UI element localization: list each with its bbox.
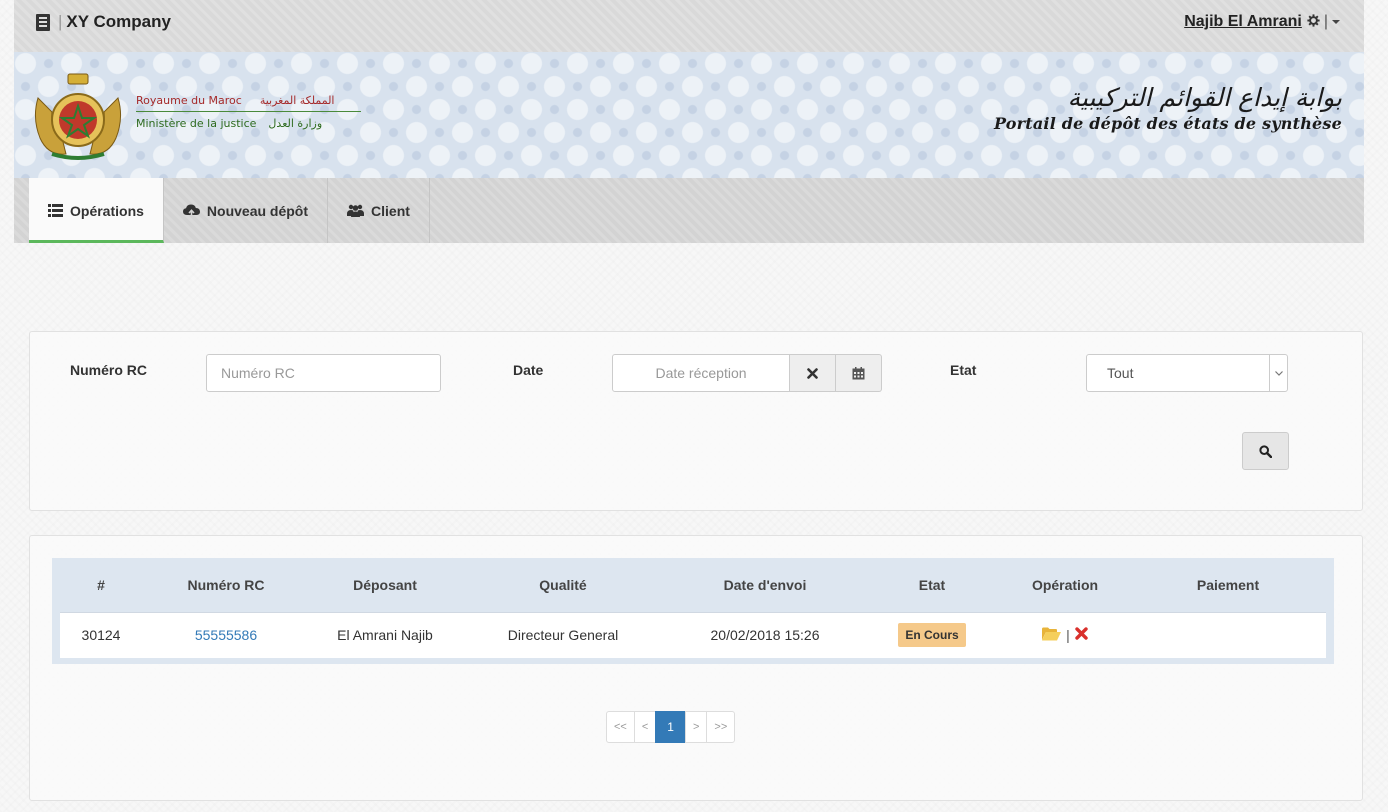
cloud-upload-icon: [182, 204, 200, 218]
col-header-deposant: Déposant: [353, 576, 417, 593]
results-table-wrapper: # Numéro RC Déposant Qualité Date d'envo…: [52, 558, 1334, 664]
brand-separator: |: [58, 12, 63, 31]
cell-date-envoi: 20/02/2018 15:26: [666, 611, 864, 658]
kingdom-fr: Royaume du Maroc: [136, 94, 242, 107]
kingdom-ar: المملكة المغربية: [259, 94, 335, 107]
user-name[interactable]: Najib El Amrani: [1184, 13, 1302, 31]
date-label: Date: [513, 362, 544, 378]
search-panel: Numéro RC Date Etat Tout: [29, 331, 1363, 511]
operation-separator: |: [1066, 627, 1070, 644]
chevron-down-icon[interactable]: [1332, 20, 1340, 24]
cell-id: 30124: [60, 611, 142, 658]
cell-paiement: [1130, 611, 1326, 658]
portal-title-fr: Portail de dépôt des états de synthèse: [993, 114, 1342, 133]
user-separator: |: [1323, 13, 1328, 30]
page-first-button[interactable]: <<: [606, 711, 635, 743]
table-header-row: # Numéro RC Déposant Qualité Date d'envo…: [60, 558, 1326, 612]
tab-operations[interactable]: Opérations: [29, 178, 164, 243]
moroccan-emblem-icon: [34, 73, 122, 160]
list-icon: [48, 204, 63, 217]
folder-open-icon[interactable]: [1042, 627, 1062, 644]
page-last-button[interactable]: >>: [706, 711, 736, 743]
col-header-etat: Etat: [918, 576, 946, 593]
clear-date-button[interactable]: [790, 354, 836, 392]
portal-title: بوابة إيداع القوائم التركيبية Portail de…: [994, 82, 1342, 133]
pagination: << < 1 > >>: [606, 711, 736, 743]
tab-bar: Opérations Nouveau dépôt Client: [14, 178, 1364, 243]
gear-icon[interactable]: [1307, 14, 1320, 30]
cell-operation: |: [1000, 611, 1130, 658]
search-button[interactable]: [1242, 432, 1289, 470]
cell-rc: 55555586: [142, 611, 310, 658]
tab-client[interactable]: Client: [328, 178, 430, 243]
kingdom-text: Royaume du Maroc المملكة المغربية Minist…: [136, 94, 361, 130]
page-prev-button[interactable]: <: [633, 711, 657, 743]
col-header-date: Date d'envoi: [723, 576, 807, 593]
tab-operations-label: Opérations: [70, 202, 144, 219]
date-reception-input[interactable]: [612, 354, 790, 392]
table-row: 30124 55555586 El Amrani Najib Directeur…: [60, 611, 1326, 658]
close-icon: [807, 367, 818, 379]
tab-client-label: Client: [371, 202, 410, 219]
brand-name: XY Company: [66, 12, 171, 31]
portal-title-ar: بوابة إيداع القوائم التركيبية: [1067, 83, 1342, 112]
building-icon: [36, 13, 50, 31]
status-badge: En Cours: [898, 623, 966, 648]
date-picker: [612, 354, 882, 392]
delete-icon[interactable]: [1075, 627, 1088, 643]
tab-nouveau-depot[interactable]: Nouveau dépôt: [164, 178, 329, 243]
brand[interactable]: | XY Company: [36, 12, 171, 32]
users-icon: [347, 204, 365, 217]
col-header-qualite: Qualité: [539, 576, 587, 593]
calendar-icon: [852, 366, 865, 379]
page-next-button[interactable]: >: [684, 711, 708, 743]
tab-nouveau-depot-label: Nouveau dépôt: [206, 202, 309, 219]
col-header-rc: Numéro RC: [187, 576, 265, 593]
operations-table: # Numéro RC Déposant Qualité Date d'envo…: [60, 558, 1326, 658]
col-header-id: #: [97, 576, 105, 593]
results-panel: # Numéro RC Déposant Qualité Date d'envo…: [29, 535, 1363, 801]
rc-label: Numéro RC: [70, 362, 148, 378]
rc-search-input[interactable]: [206, 354, 441, 392]
chevron-down-icon[interactable]: [1269, 355, 1287, 391]
state-label: Etat: [950, 362, 977, 378]
header-banner: Royaume du Maroc المملكة المغربية Minist…: [14, 52, 1364, 178]
col-header-paiement: Paiement: [1196, 576, 1260, 593]
state-select[interactable]: Tout: [1086, 354, 1288, 392]
col-header-operation: Opération: [1031, 576, 1099, 593]
ministry-ar: وزارة العدل: [268, 117, 323, 130]
user-menu[interactable]: Najib El Amrani |: [1184, 13, 1340, 31]
cell-qualite: Directeur General: [460, 611, 666, 658]
rc-link[interactable]: 55555586: [195, 627, 257, 643]
calendar-button[interactable]: [836, 354, 882, 392]
top-navbar: | XY Company Najib El Amrani |: [14, 0, 1364, 52]
state-select-value: Tout: [1107, 365, 1134, 381]
ministry-fr: Ministère de la justice: [136, 117, 257, 130]
page-current-button[interactable]: 1: [655, 711, 686, 743]
cell-deposant: El Amrani Najib: [310, 611, 460, 658]
search-icon: [1259, 444, 1272, 458]
cell-etat: En Cours: [864, 611, 1000, 658]
